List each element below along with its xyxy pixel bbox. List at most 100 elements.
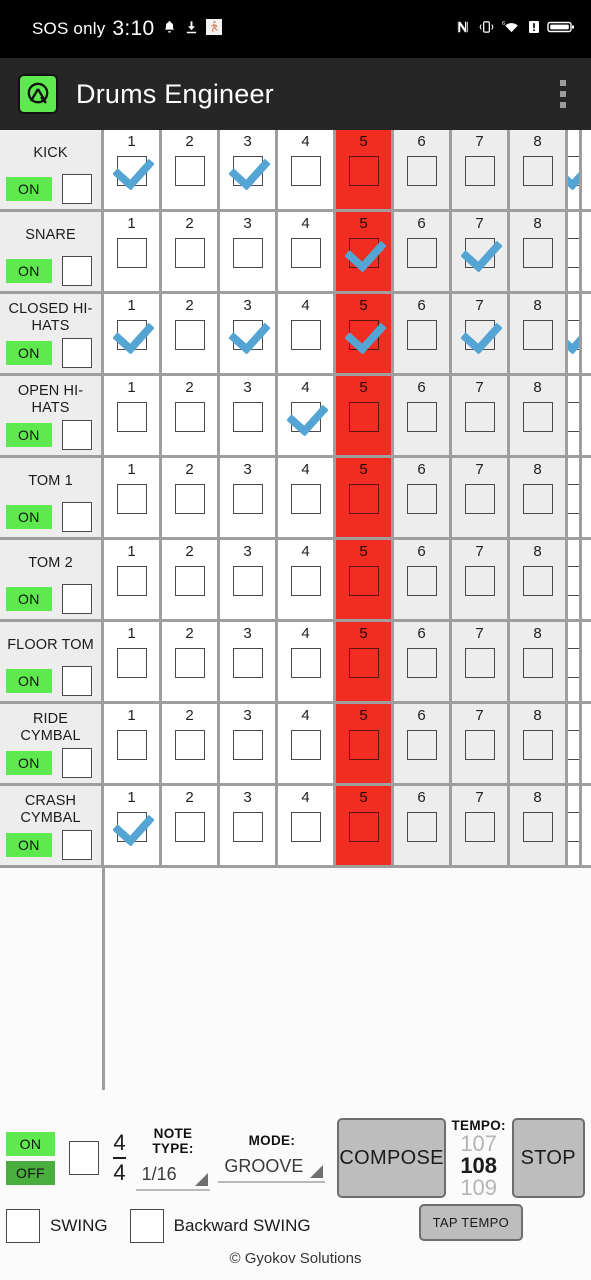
- step-checkbox[interactable]: [232, 320, 263, 350]
- step-checkbox[interactable]: [116, 648, 147, 678]
- step-checkbox[interactable]: [406, 320, 437, 350]
- step-cell-partial[interactable]: [568, 458, 582, 537]
- step-checkbox[interactable]: [464, 484, 495, 514]
- step-cell[interactable]: 8: [510, 540, 568, 619]
- step-cell[interactable]: 7: [452, 622, 510, 701]
- mode-spinner[interactable]: GROOVE: [218, 1156, 326, 1183]
- step-checkbox[interactable]: [522, 484, 553, 514]
- step-cell[interactable]: 2: [162, 212, 220, 291]
- step-checkbox[interactable]: [232, 566, 263, 596]
- step-checkbox[interactable]: [174, 812, 205, 842]
- metronome-checkbox[interactable]: [68, 1141, 100, 1175]
- instrument-enable-button[interactable]: ON: [6, 505, 52, 529]
- step-cell[interactable]: 3: [220, 540, 278, 619]
- step-cell[interactable]: 4: [278, 786, 336, 865]
- step-cell[interactable]: 4: [278, 212, 336, 291]
- instrument-enable-button[interactable]: ON: [6, 341, 52, 365]
- step-checkbox[interactable]: [348, 730, 379, 760]
- instrument-select-checkbox[interactable]: [61, 584, 92, 614]
- instrument-enable-button[interactable]: ON: [6, 751, 52, 775]
- step-checkbox[interactable]: [406, 484, 437, 514]
- step-cell[interactable]: 1: [104, 704, 162, 783]
- instrument-select-checkbox[interactable]: [61, 666, 92, 696]
- step-cell[interactable]: 4: [278, 704, 336, 783]
- instrument-enable-button[interactable]: ON: [6, 177, 52, 201]
- step-cell[interactable]: 1: [104, 130, 162, 209]
- step-cell[interactable]: 3: [220, 622, 278, 701]
- step-checkbox[interactable]: [232, 812, 263, 842]
- step-cell[interactable]: 1: [104, 786, 162, 865]
- step-checkbox[interactable]: [232, 156, 263, 186]
- step-checkbox[interactable]: [290, 566, 321, 596]
- step-checkbox[interactable]: [116, 238, 147, 268]
- step-checkbox[interactable]: [406, 812, 437, 842]
- step-cell[interactable]: 7: [452, 704, 510, 783]
- step-cell-partial[interactable]: [568, 786, 582, 865]
- step-checkbox[interactable]: [406, 156, 437, 186]
- step-cell[interactable]: 3: [220, 294, 278, 373]
- step-checkbox[interactable]: [406, 648, 437, 678]
- step-cell[interactable]: 5: [336, 458, 394, 537]
- step-checkbox[interactable]: [116, 484, 147, 514]
- step-cell[interactable]: 4: [278, 376, 336, 455]
- instrument-select-checkbox[interactable]: [61, 420, 92, 450]
- step-cell[interactable]: 4: [278, 130, 336, 209]
- instrument-enable-button[interactable]: ON: [6, 833, 52, 857]
- step-checkbox[interactable]: [348, 238, 379, 268]
- step-cell[interactable]: 2: [162, 376, 220, 455]
- step-cell-partial[interactable]: [568, 294, 582, 373]
- step-cell[interactable]: 5: [336, 540, 394, 619]
- step-cell[interactable]: 8: [510, 622, 568, 701]
- time-signature[interactable]: 4 4: [113, 1131, 126, 1185]
- step-cell-partial[interactable]: [568, 540, 582, 619]
- step-checkbox[interactable]: [522, 156, 553, 186]
- step-checkbox[interactable]: [290, 648, 321, 678]
- step-cell[interactable]: 5: [336, 376, 394, 455]
- step-cell[interactable]: 3: [220, 130, 278, 209]
- step-cell[interactable]: 1: [104, 212, 162, 291]
- step-checkbox[interactable]: [568, 730, 579, 760]
- compose-button[interactable]: COMPOSE: [337, 1118, 446, 1198]
- step-cell[interactable]: 8: [510, 130, 568, 209]
- step-cell[interactable]: 8: [510, 704, 568, 783]
- tempo-current-value[interactable]: 108: [460, 1154, 497, 1177]
- step-cell[interactable]: 6: [394, 376, 452, 455]
- step-checkbox[interactable]: [522, 320, 553, 350]
- step-cell[interactable]: 6: [394, 540, 452, 619]
- step-checkbox[interactable]: [348, 648, 379, 678]
- step-cell-partial[interactable]: [568, 376, 582, 455]
- step-cell[interactable]: 2: [162, 540, 220, 619]
- instrument-select-checkbox[interactable]: [61, 502, 92, 532]
- step-cell[interactable]: 7: [452, 540, 510, 619]
- instrument-enable-button[interactable]: ON: [6, 423, 52, 447]
- step-cell[interactable]: 7: [452, 212, 510, 291]
- step-checkbox[interactable]: [348, 320, 379, 350]
- step-checkbox[interactable]: [348, 402, 379, 432]
- step-cell[interactable]: 8: [510, 458, 568, 537]
- step-cell-partial[interactable]: [568, 622, 582, 701]
- step-checkbox[interactable]: [464, 730, 495, 760]
- step-checkbox[interactable]: [568, 238, 579, 268]
- step-cell[interactable]: 3: [220, 376, 278, 455]
- step-cell[interactable]: 6: [394, 294, 452, 373]
- step-checkbox[interactable]: [232, 238, 263, 268]
- instrument-select-checkbox[interactable]: [61, 748, 92, 778]
- overflow-menu-icon[interactable]: [545, 74, 581, 114]
- instrument-enable-button[interactable]: ON: [6, 587, 52, 611]
- step-checkbox[interactable]: [406, 238, 437, 268]
- instrument-select-checkbox[interactable]: [61, 174, 92, 204]
- step-cell[interactable]: 5: [336, 130, 394, 209]
- step-checkbox[interactable]: [290, 812, 321, 842]
- step-cell[interactable]: 7: [452, 130, 510, 209]
- step-cell[interactable]: 5: [336, 622, 394, 701]
- step-checkbox[interactable]: [174, 402, 205, 432]
- instrument-select-checkbox[interactable]: [61, 830, 92, 860]
- step-cell[interactable]: 1: [104, 294, 162, 373]
- instrument-select-checkbox[interactable]: [61, 338, 92, 368]
- instrument-select-checkbox[interactable]: [61, 256, 92, 286]
- step-checkbox[interactable]: [348, 156, 379, 186]
- step-checkbox[interactable]: [464, 402, 495, 432]
- step-cell[interactable]: 2: [162, 458, 220, 537]
- step-cell[interactable]: 6: [394, 458, 452, 537]
- step-checkbox[interactable]: [116, 812, 147, 842]
